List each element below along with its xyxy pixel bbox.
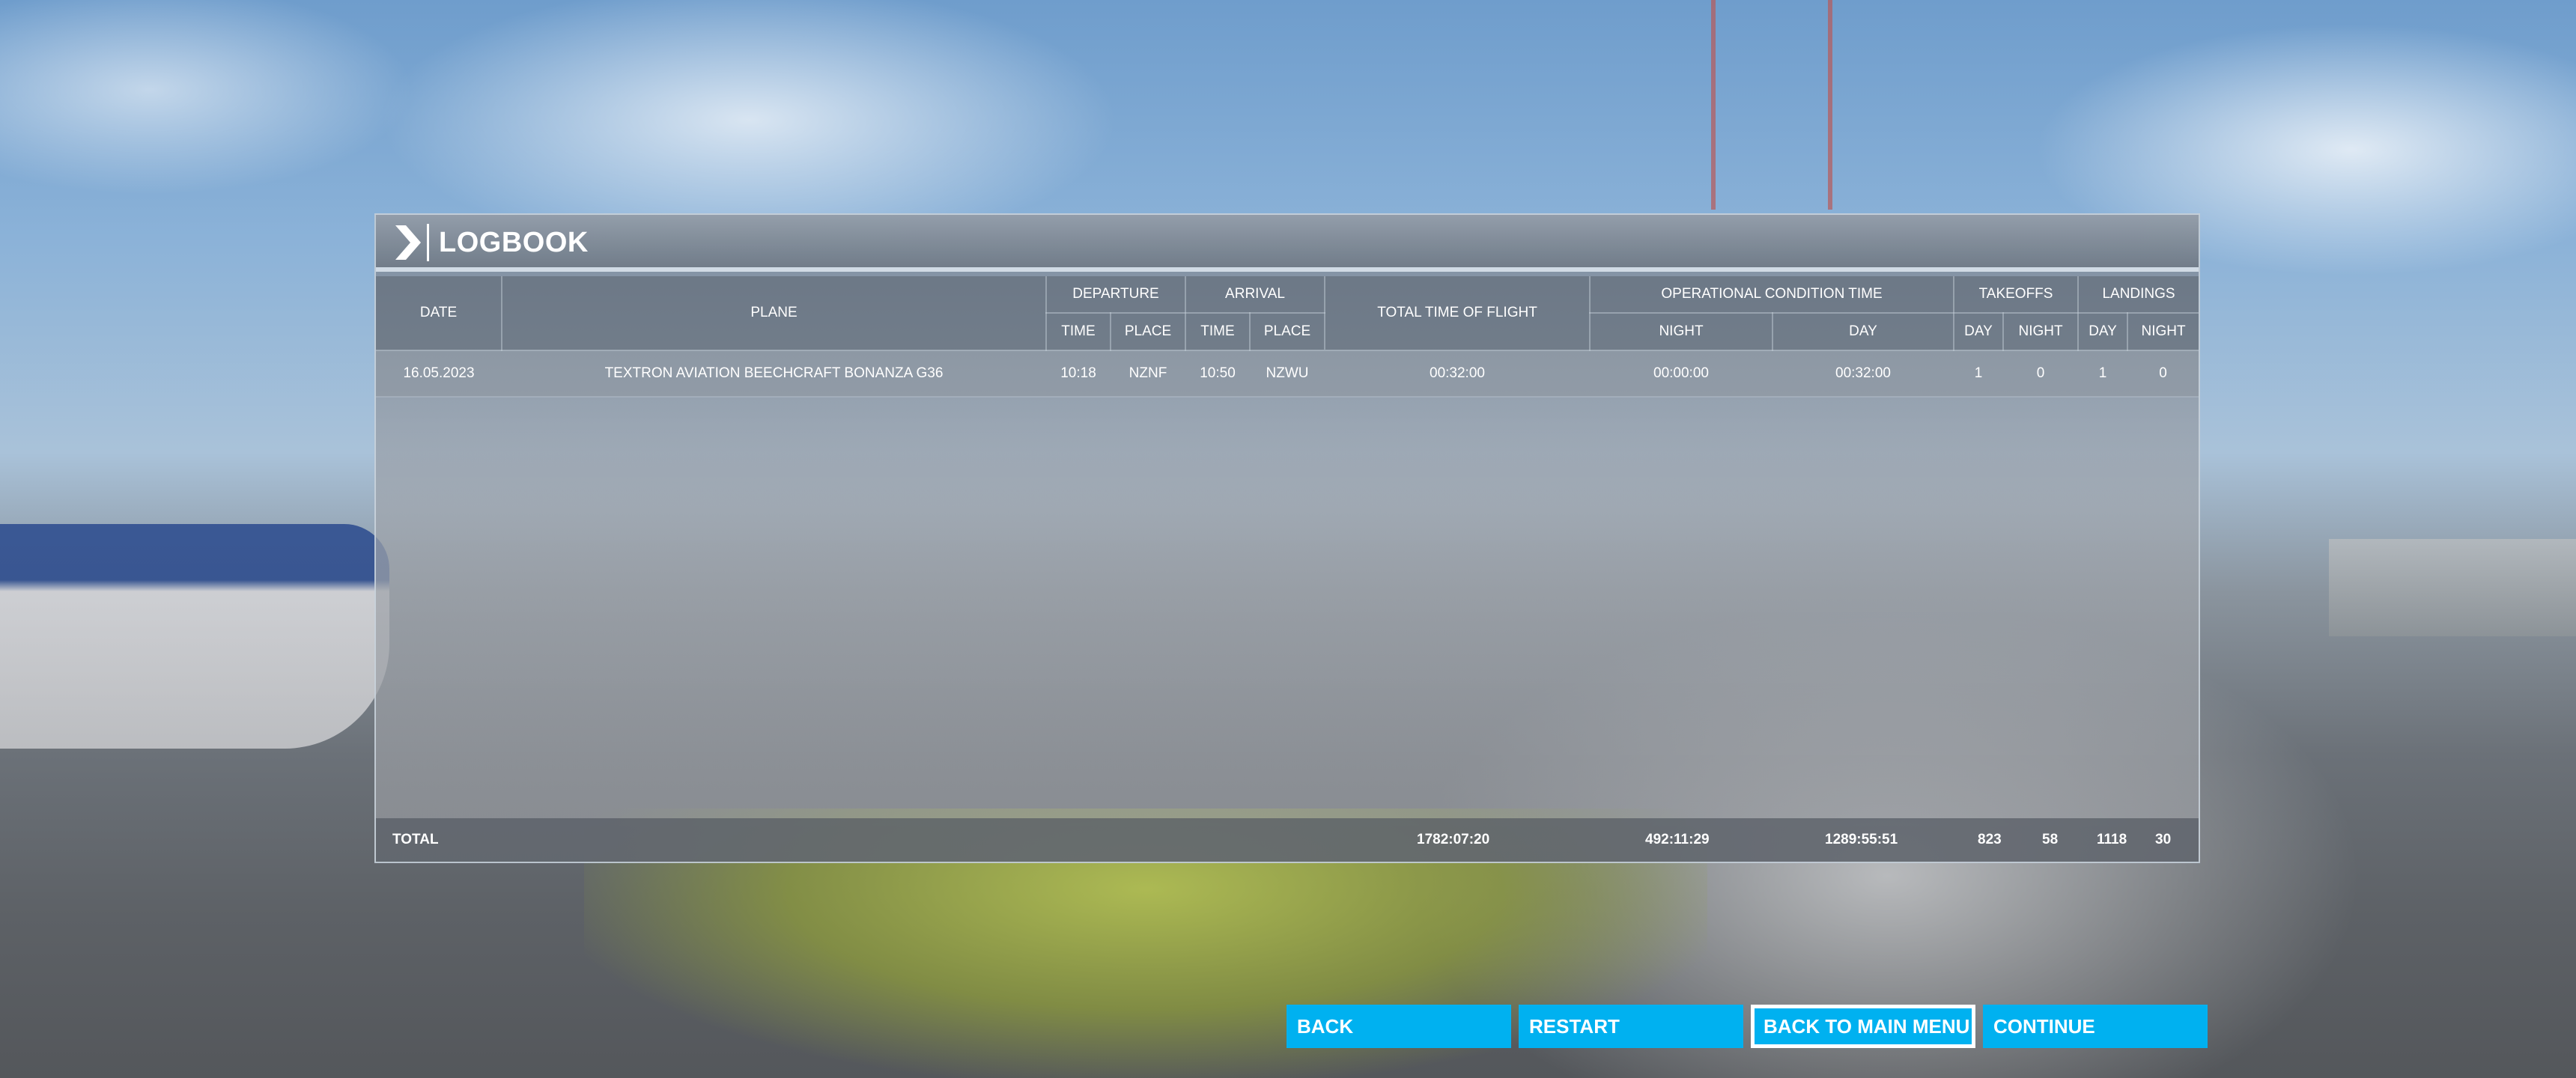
cell-takeoffs-night: 0 — [2003, 350, 2079, 398]
header-operational-condition: OPERATIONAL CONDITION TIME — [1590, 276, 1955, 314]
back-to-main-menu-button[interactable]: BACK TO MAIN MENU — [1751, 1005, 1975, 1048]
header-operational-day: DAY — [1772, 313, 1955, 351]
total-operational-day: 1289:55:51 — [1825, 832, 1898, 847]
restart-button[interactable]: RESTART — [1519, 1005, 1743, 1048]
page-title: LOGBOOK — [439, 227, 589, 258]
header-landings-night: NIGHT — [2127, 313, 2199, 351]
cell-date: 16.05.2023 — [376, 350, 502, 398]
header-separator — [427, 224, 429, 261]
header-date: DATE — [376, 276, 502, 351]
cell-takeoffs-day: 1 — [1954, 350, 2004, 398]
total-time-of-flight: 1782:07:20 — [1417, 832, 1490, 847]
header-takeoffs: TAKEOFFS — [1954, 276, 2080, 314]
cell-operational-day: 00:32:00 — [1772, 350, 1954, 398]
aircraft-wing — [0, 524, 389, 749]
total-takeoffs-night: 58 — [2042, 832, 2059, 847]
panel-header: LOGBOOK — [376, 215, 2199, 272]
total-takeoffs-day: 823 — [1978, 832, 2002, 847]
total-label: TOTAL — [392, 832, 439, 847]
header-operational-night: NIGHT — [1590, 313, 1773, 351]
header-arrival: ARRIVAL — [1185, 276, 1325, 314]
table-row[interactable]: 16.05.2023 TEXTRON AVIATION BEECHCRAFT B… — [376, 350, 2199, 398]
cell-departure-place: NZNF — [1111, 350, 1185, 398]
continue-button[interactable]: CONTINUE — [1983, 1005, 2208, 1048]
header-plane: PLANE — [502, 276, 1047, 351]
radio-tower — [1711, 0, 1832, 210]
cell-total-time: 00:32:00 — [1325, 350, 1590, 398]
cell-arrival-time: 10:50 — [1185, 350, 1250, 398]
header-landings: LANDINGS — [2078, 276, 2199, 314]
header-arrival-time: TIME — [1185, 313, 1251, 351]
cell-operational-night: 00:00:00 — [1590, 350, 1772, 398]
total-row: TOTAL 1782:07:20 492:11:29 1289:55:51 82… — [376, 818, 2199, 862]
cell-landings-night: 0 — [2127, 350, 2199, 398]
hangar-building — [2329, 539, 2576, 636]
header-departure-time: TIME — [1046, 313, 1111, 351]
chevron-right-icon — [395, 225, 421, 260]
header-total-time: TOTAL TIME OF FLIGHT — [1325, 276, 1591, 351]
total-operational-night: 492:11:29 — [1645, 832, 1710, 847]
cell-arrival-place: NZWU — [1250, 350, 1325, 398]
logbook-panel: LOGBOOK DATE PLANE DEPARTURE ARRIVAL TOT — [374, 213, 2200, 863]
back-button[interactable]: BACK — [1287, 1005, 1511, 1048]
header-takeoffs-day: DAY — [1954, 313, 2005, 351]
header-departure: DEPARTURE — [1046, 276, 1186, 314]
total-landings-night: 30 — [2155, 832, 2172, 847]
logbook-table: DATE PLANE DEPARTURE ARRIVAL TOTAL TIME … — [376, 276, 2199, 398]
header-departure-place: PLACE — [1111, 313, 1186, 351]
header-landings-day: DAY — [2078, 313, 2129, 351]
header-arrival-place: PLACE — [1250, 313, 1325, 351]
header-takeoffs-night: NIGHT — [2003, 313, 2080, 351]
cell-landings-day: 1 — [2078, 350, 2128, 398]
cell-plane: TEXTRON AVIATION BEECHCRAFT BONANZA G36 — [502, 350, 1046, 398]
total-landings-day: 1118 — [2097, 832, 2127, 847]
cell-departure-time: 10:18 — [1046, 350, 1111, 398]
